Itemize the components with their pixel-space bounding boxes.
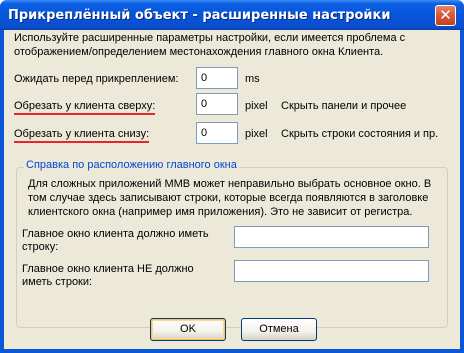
- crop-bottom-unit: pixel: [245, 128, 268, 140]
- crop-bottom-label: Обрезать у клиента снизу:: [14, 128, 150, 143]
- dialog-body: Используйте расширенные параметры настро…: [4, 30, 460, 349]
- crop-bottom-hint: Скрыть строки состояния и пр.: [281, 128, 439, 140]
- groupbox-title: Справка по расположению главного окна: [24, 159, 239, 171]
- cancel-button[interactable]: Отмена: [241, 318, 317, 341]
- must-have-input[interactable]: [234, 226, 429, 248]
- must-not-have-label: Главное окно клиента НЕ должно иметь стр…: [22, 263, 194, 288]
- groupbox-description: Для сложных приложений MMB может неправи…: [28, 178, 432, 218]
- crop-top-label: Обрезать у клиента сверху:: [14, 100, 156, 115]
- window-title: Прикреплённый объект - расширенные настр…: [8, 8, 391, 23]
- must-have-label: Главное окно клиента должно иметь строку…: [22, 228, 209, 253]
- close-icon[interactable]: ✕: [435, 5, 456, 26]
- must-not-have-input[interactable]: [234, 260, 429, 282]
- intro-text: Используйте расширенные параметры настро…: [14, 32, 406, 58]
- crop-bottom-input[interactable]: [196, 122, 238, 144]
- wait-unit: ms: [245, 73, 260, 85]
- ok-button[interactable]: OK: [150, 318, 226, 341]
- crop-top-hint: Скрыть панели и прочее: [281, 100, 407, 112]
- title-bar[interactable]: Прикреплённый объект - расширенные настр…: [0, 0, 464, 30]
- crop-top-unit: pixel: [245, 100, 268, 112]
- dialog-window: Прикреплённый объект - расширенные настр…: [0, 0, 464, 353]
- crop-top-input[interactable]: [196, 93, 238, 115]
- wait-label: Ожидать перед прикреплением:: [14, 73, 179, 85]
- wait-input[interactable]: [196, 67, 238, 89]
